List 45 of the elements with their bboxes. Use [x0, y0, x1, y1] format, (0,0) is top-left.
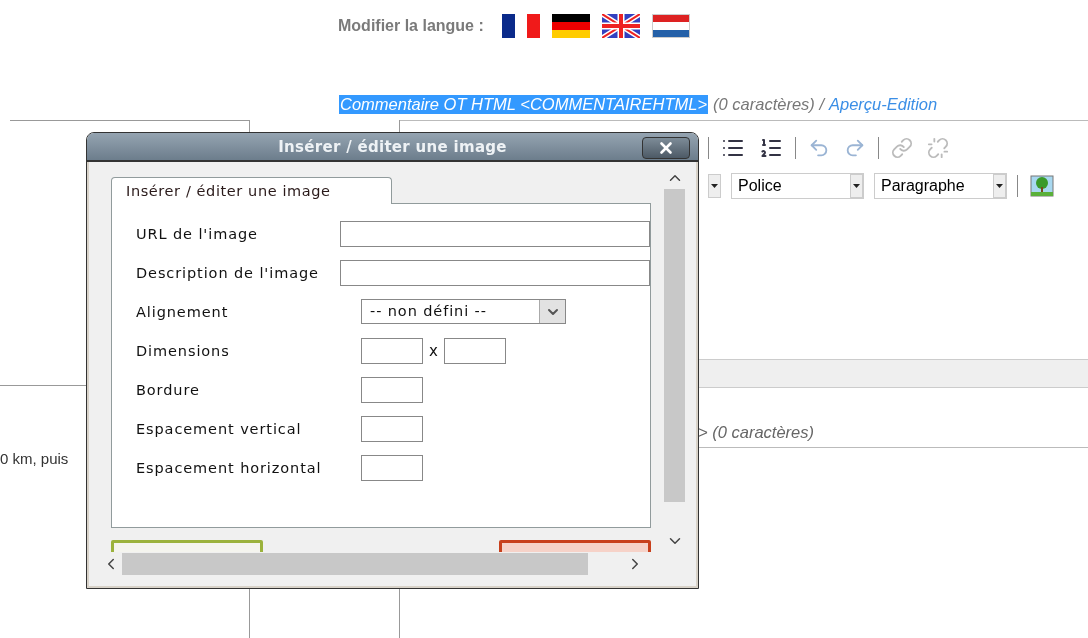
dropdown-button[interactable] [993, 174, 1006, 198]
number-field[interactable] [361, 376, 423, 403]
field-label: Espacement vertical [136, 420, 303, 437]
select-value: -- non défini -- [369, 302, 488, 321]
field-label: Alignement [136, 303, 230, 320]
cell-text: 0 km, puis [0, 450, 69, 467]
dropdown-button[interactable] [708, 174, 721, 198]
close-button[interactable] [642, 137, 690, 159]
dialog-title: Insérer / éditer une image [278, 137, 507, 156]
character-count: (0 caractères) / [713, 95, 824, 114]
field-label: Bordure [136, 381, 201, 398]
caret-icon [853, 184, 860, 188]
height-field[interactable] [443, 337, 506, 364]
scrollbar-thumb[interactable] [664, 189, 685, 502]
field-label: Espacement horizontal [136, 459, 323, 476]
times-sign: x [429, 341, 438, 360]
alignment-select[interactable]: -- non défini -- [361, 299, 566, 324]
number-field[interactable] [361, 415, 423, 442]
flag-icon[interactable] [601, 13, 640, 38]
dropdown-button[interactable] [850, 174, 863, 198]
flag-icon[interactable] [651, 13, 690, 38]
caret-icon [711, 184, 718, 188]
flag-icon[interactable] [551, 13, 590, 38]
close-icon [657, 139, 675, 157]
text-field[interactable] [340, 259, 650, 286]
dialog-tab[interactable]: Insérer / éditer une image [111, 177, 392, 204]
format-select[interactable]: Paragraphe [874, 173, 1007, 199]
language-label: Modifier la langue : [338, 16, 484, 35]
select-value: Police [737, 176, 783, 196]
unlink-button[interactable] [925, 135, 951, 161]
caret-icon [996, 184, 1003, 188]
number-field[interactable] [361, 454, 423, 481]
flag-icon[interactable] [501, 13, 540, 38]
field-label: URL de l'image [136, 225, 259, 242]
text-field[interactable] [340, 220, 650, 247]
field-label: Description de l'image [136, 264, 320, 281]
scrollbar-thumb[interactable] [122, 553, 588, 575]
select-value: Paragraphe [880, 176, 966, 196]
field-title: Commentaire OT HTML <COMMENTAIREHTML> [339, 95, 709, 114]
width-field[interactable] [361, 337, 423, 364]
format-select[interactable]: Police [731, 173, 864, 199]
field-label: Dimensions [136, 342, 231, 359]
tree-image-icon[interactable] [1028, 173, 1056, 199]
character-count: > (0 caractères) [698, 423, 814, 441]
link-button[interactable] [889, 135, 915, 161]
